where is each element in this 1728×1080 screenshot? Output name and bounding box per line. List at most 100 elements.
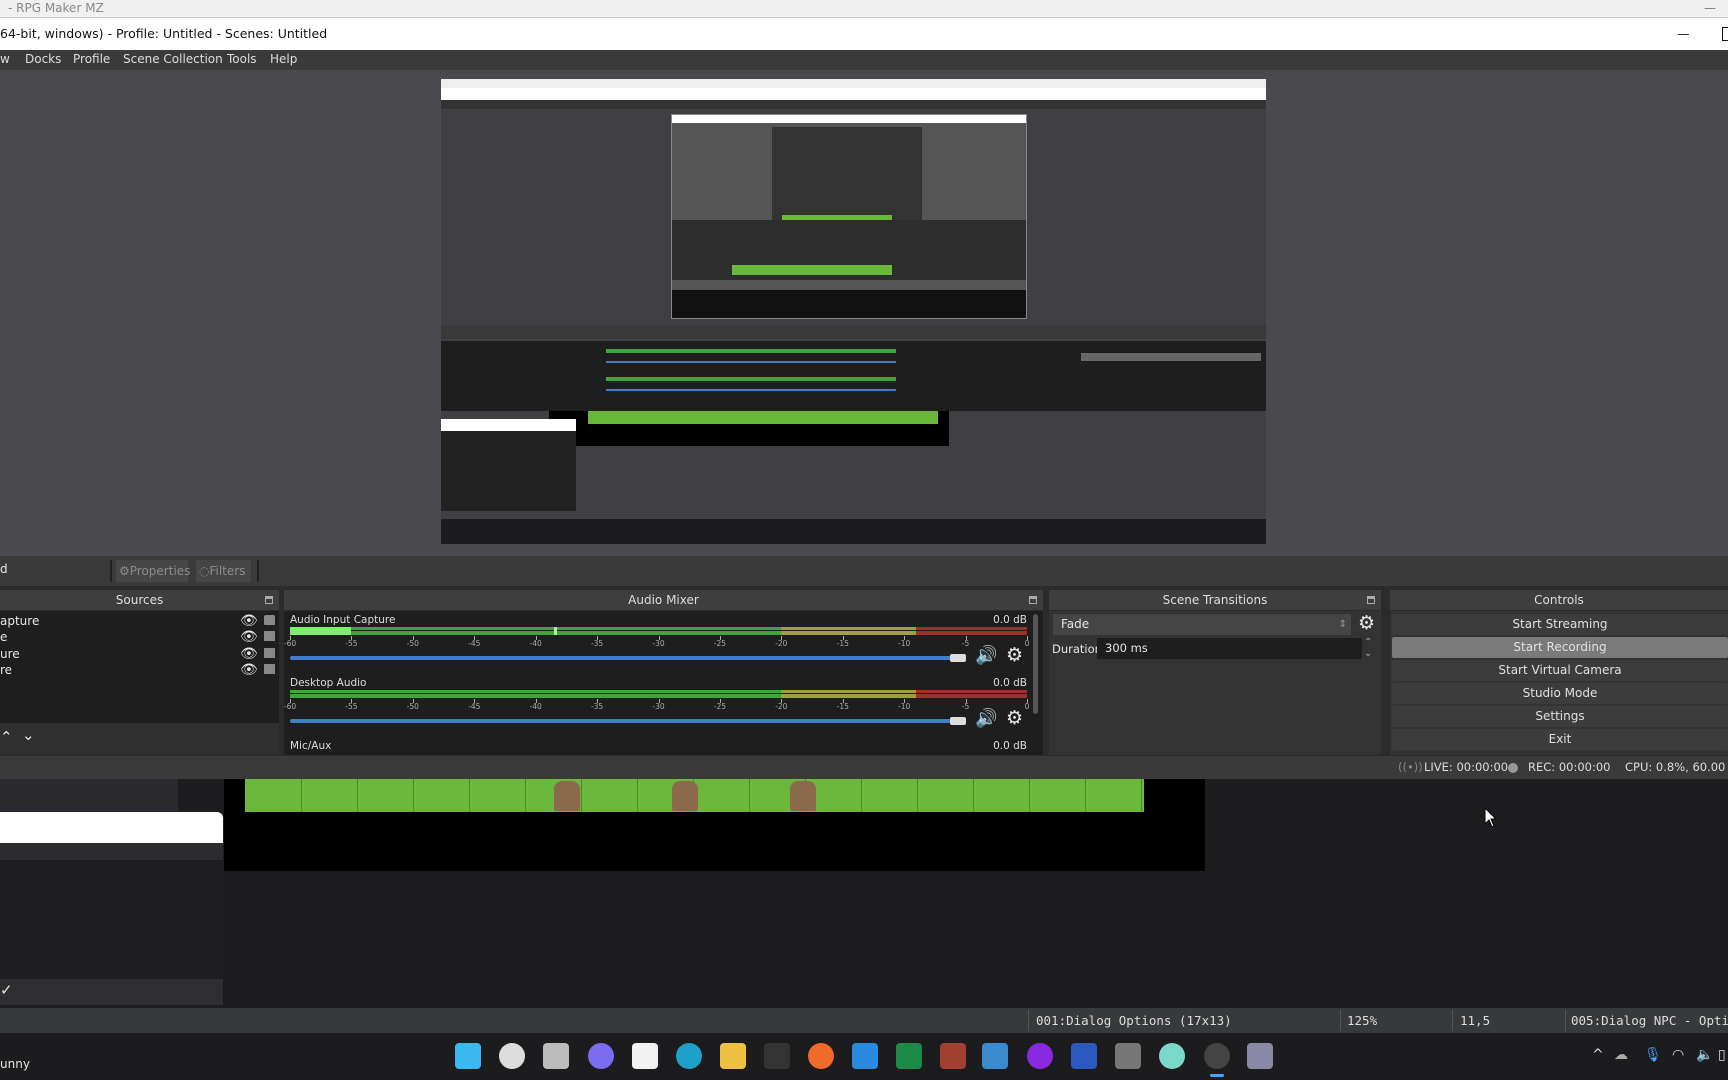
- meter-tick-label: -45: [468, 639, 481, 648]
- tile-border: [1029, 779, 1030, 812]
- battery-icon[interactable]: ▯: [1718, 1047, 1726, 1063]
- npc-sprite[interactable]: [672, 781, 698, 811]
- unlock-icon[interactable]: [264, 615, 275, 625]
- menu-bar: w Docks Profile Scene Collection Tools H…: [0, 50, 1728, 70]
- teams-chat-icon[interactable]: [588, 1043, 614, 1069]
- npc-sprite[interactable]: [554, 781, 580, 811]
- game-app-icon[interactable]: [940, 1043, 966, 1069]
- move-down-button[interactable]: ⌄: [22, 726, 35, 744]
- speaker-icon[interactable]: 🔊: [975, 645, 997, 666]
- rpg-maker-icon[interactable]: [1247, 1043, 1273, 1069]
- wifi-icon[interactable]: ◠: [1672, 1047, 1684, 1063]
- search-icon[interactable]: [499, 1043, 525, 1069]
- mixer-scrollbar[interactable]: [1033, 614, 1038, 714]
- map-grass-strip[interactable]: [245, 779, 1144, 812]
- active-indicator: [1210, 1074, 1224, 1077]
- word-icon[interactable]: [1071, 1043, 1097, 1069]
- gear-icon[interactable]: ⚙: [1006, 707, 1023, 729]
- chevron-up-icon[interactable]: ^: [1592, 1047, 1604, 1063]
- undock-icon[interactable]: [1029, 596, 1037, 604]
- duration-input[interactable]: 300 ms: [1097, 638, 1362, 659]
- eye-icon[interactable]: 👁: [240, 613, 258, 629]
- exit-button[interactable]: Exit: [1392, 729, 1728, 750]
- weather-widget[interactable]: unny: [0, 1057, 30, 1071]
- microsoft-store-icon[interactable]: [632, 1043, 658, 1069]
- volume-slider[interactable]: [290, 656, 960, 660]
- microphone-icon[interactable]: 🎙: [1644, 1047, 1662, 1063]
- duration-spinner[interactable]: ⌃ ⌄: [1364, 637, 1372, 659]
- start-streaming-button[interactable]: Start Streaming: [1392, 614, 1728, 635]
- start-virtual-camera-button[interactable]: Start Virtual Camera: [1392, 660, 1728, 681]
- orb-app-icon[interactable]: [1159, 1043, 1185, 1069]
- menu-scene-collection[interactable]: Scene Collection: [123, 50, 223, 69]
- volume-icon[interactable]: 🔈: [1696, 1047, 1713, 1063]
- filters-button[interactable]: ◌Filters: [196, 560, 251, 582]
- studio-mode-button[interactable]: Studio Mode: [1392, 683, 1728, 704]
- undock-icon[interactable]: [1367, 596, 1375, 604]
- firefox-icon[interactable]: [808, 1043, 834, 1069]
- obs-studio-icon[interactable]: [1204, 1043, 1230, 1069]
- gear-icon[interactable]: ⚙: [1358, 612, 1375, 634]
- check-icon[interactable]: ✓: [0, 981, 13, 999]
- eye-icon[interactable]: 👁: [240, 646, 258, 662]
- unlock-icon[interactable]: [264, 664, 275, 674]
- channel-name: Audio Input Capture: [290, 614, 396, 626]
- menu-help[interactable]: Help: [270, 50, 297, 69]
- eye-icon[interactable]: 👁: [240, 662, 258, 678]
- filter-icon: ◌: [199, 564, 210, 578]
- eye-icon[interactable]: 👁: [240, 629, 258, 645]
- cortana-icon[interactable]: [1027, 1043, 1053, 1069]
- cpu-fps: CPU: 0.8%, 60.00 fps: [1625, 760, 1728, 774]
- undock-icon[interactable]: [265, 596, 273, 604]
- steam-icon[interactable]: [982, 1043, 1008, 1069]
- gear-icon[interactable]: ⚙: [1006, 644, 1023, 666]
- edge-icon[interactable]: [676, 1043, 702, 1069]
- windows-start-icon[interactable]: [455, 1043, 481, 1069]
- source-item[interactable]: ure 👁: [0, 646, 279, 662]
- excel-icon[interactable]: [896, 1043, 922, 1069]
- predator-sense-icon[interactable]: [764, 1043, 790, 1069]
- start-recording-button[interactable]: Start Recording: [1392, 637, 1728, 658]
- preview-canvas[interactable]: [441, 79, 1266, 544]
- menu-profile[interactable]: Profile: [73, 50, 110, 69]
- menu-tools[interactable]: Tools: [227, 50, 257, 69]
- unlock-icon[interactable]: [264, 631, 275, 641]
- meter-tick-label: -15: [836, 702, 849, 711]
- settings-button[interactable]: Settings: [1392, 706, 1728, 727]
- volume-slider[interactable]: [290, 719, 960, 723]
- source-item[interactable]: apture 👁: [0, 613, 279, 629]
- unlock-icon[interactable]: [264, 648, 275, 658]
- meter-tick-label: -35: [590, 639, 604, 648]
- menu-view[interactable]: w: [0, 50, 10, 69]
- gimp-icon[interactable]: [1115, 1043, 1141, 1069]
- rpg-maker-workspace: ✓: [0, 779, 1728, 1008]
- move-up-button[interactable]: ⌃: [0, 728, 13, 746]
- properties-button[interactable]: ⚙Properties: [116, 560, 190, 582]
- map-list[interactable]: [0, 860, 223, 979]
- meter-tick-label: -25: [713, 702, 727, 711]
- speaker-icon[interactable]: 🔊: [975, 708, 997, 729]
- slider-handle[interactable]: [950, 654, 966, 662]
- rpg-window-title: - RPG Maker MZ: [8, 1, 104, 15]
- npc-sprite[interactable]: [790, 781, 816, 811]
- tile-border: [973, 779, 974, 812]
- source-item[interactable]: e 👁: [0, 629, 279, 645]
- minimize-icon[interactable]: —: [1704, 0, 1716, 17]
- meter-tick-label: -20: [775, 639, 788, 648]
- transition-select[interactable]: Fade ⇕: [1053, 614, 1351, 635]
- task-view-icon[interactable]: [543, 1043, 569, 1069]
- mail-icon[interactable]: [852, 1043, 878, 1069]
- map-list-search[interactable]: [0, 812, 223, 843]
- file-explorer-icon[interactable]: [720, 1043, 746, 1069]
- updown-icon: ⇕: [1338, 619, 1347, 630]
- meter-tick-label: -20: [775, 702, 788, 711]
- sources-list: apture 👁 e 👁 ure 👁 re 👁: [0, 611, 279, 723]
- source-item[interactable]: re 👁: [0, 662, 279, 678]
- meter-divider: [290, 630, 1027, 631]
- menu-docks[interactable]: Docks: [25, 50, 61, 69]
- minimize-button[interactable]: —: [1677, 18, 1690, 50]
- taskbar: unny ^ ☁ 🎙 ◠ 🔈 ▯: [0, 1033, 1728, 1080]
- slider-handle[interactable]: [950, 717, 966, 725]
- onedrive-icon[interactable]: ☁: [1614, 1047, 1628, 1063]
- maximize-button[interactable]: [1722, 27, 1728, 41]
